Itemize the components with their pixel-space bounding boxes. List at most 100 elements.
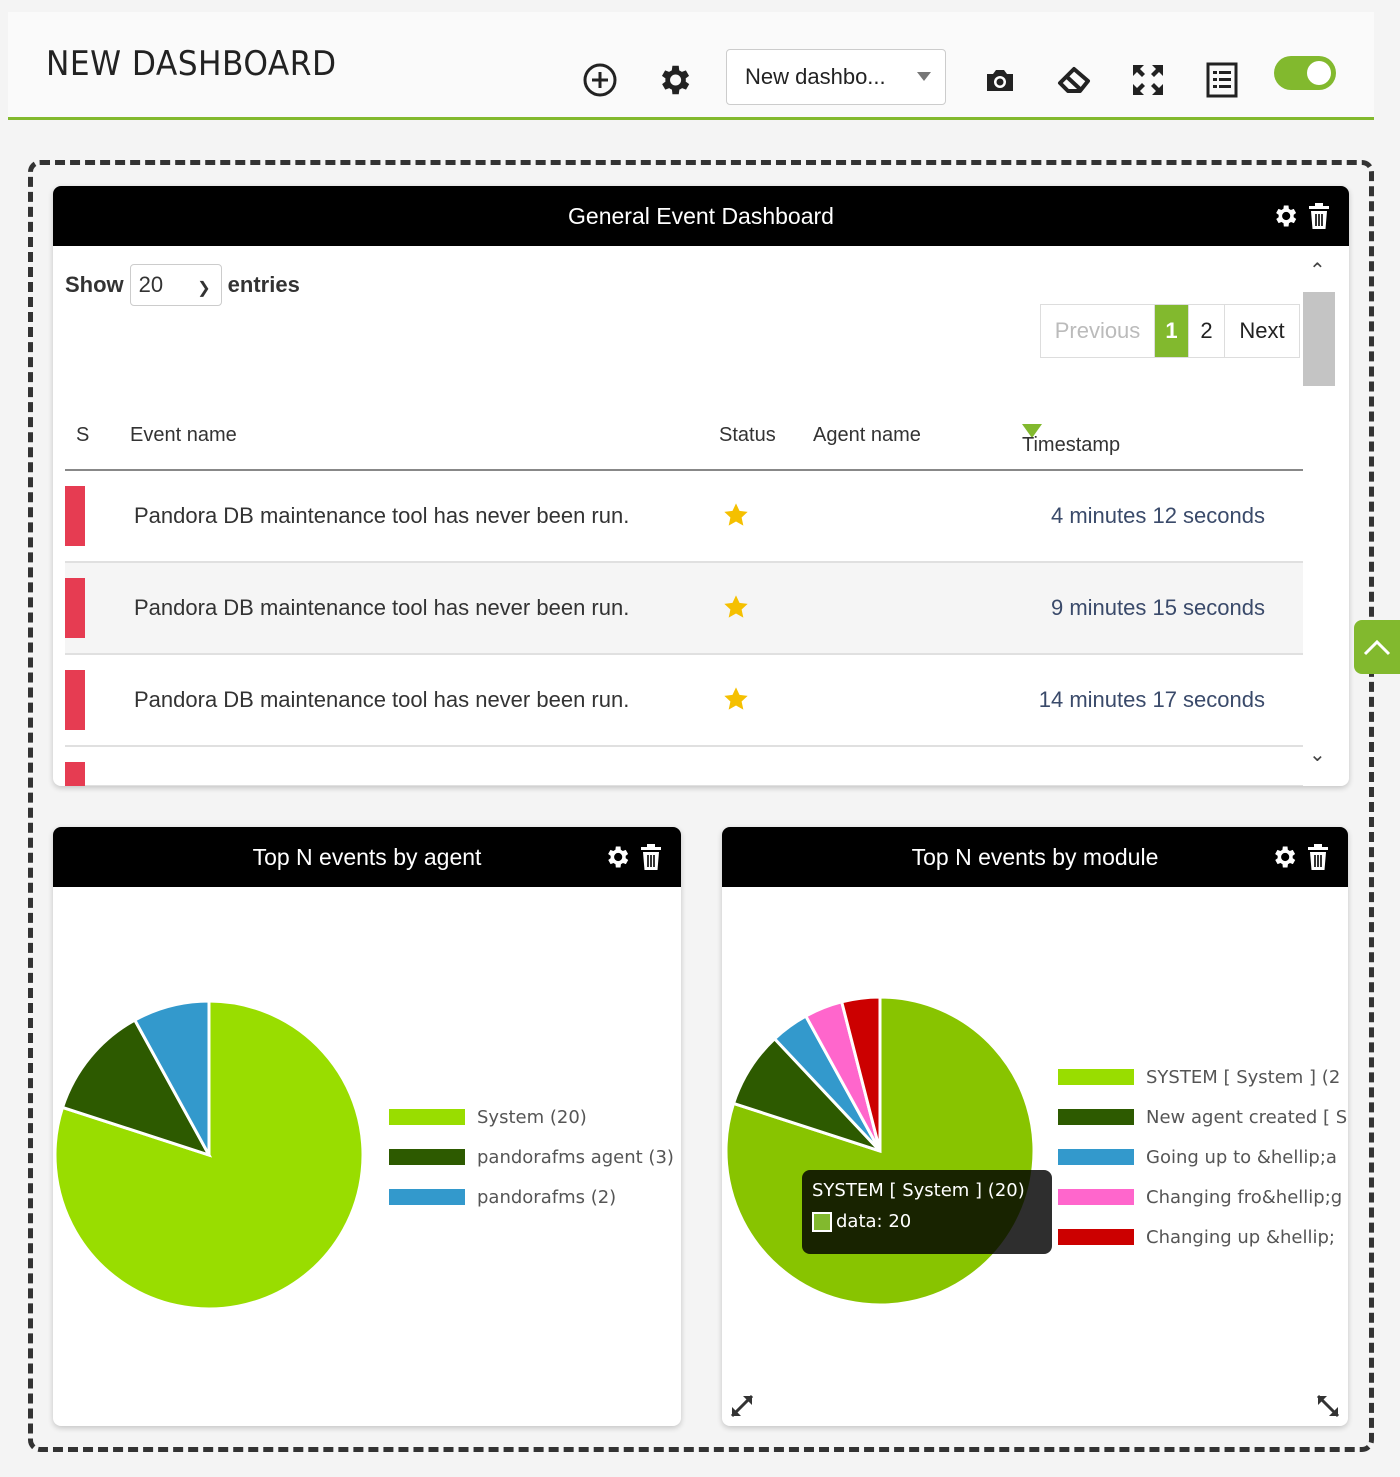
widget-header: General Event Dashboard	[53, 186, 1349, 246]
chevron-down-icon: ❯	[197, 280, 211, 297]
legend-item[interactable]: Going up to &hellip;a	[1058, 1137, 1348, 1177]
event-name: Pandora DB maintenance tool has never be…	[134, 595, 630, 620]
page-2-button[interactable]: 2	[1189, 305, 1225, 357]
widget-delete-button[interactable]	[1306, 843, 1330, 871]
trash-icon	[1308, 844, 1328, 870]
widget-title: Top N events by agent	[252, 843, 482, 870]
legend-label: Changing fro&hellip;g	[1146, 1186, 1343, 1208]
col-agent-name[interactable]: Agent name	[813, 424, 921, 447]
resize-handle-icon[interactable]	[1314, 1392, 1342, 1420]
col-event-name[interactable]: Event name	[130, 424, 237, 447]
table-row[interactable]: Pandora DB maintenance tool has never be…	[65, 471, 1303, 563]
fullscreen-icon	[1133, 65, 1163, 95]
severity-indicator	[65, 762, 85, 786]
scroll-up-icon[interactable]: ⌃	[1309, 258, 1326, 283]
widget-settings-button[interactable]	[1270, 843, 1298, 871]
tooltip-swatch	[812, 1212, 832, 1232]
widget-settings-button[interactable]	[603, 843, 631, 871]
table-header: S Event name Status Agent name Timestamp	[65, 414, 1303, 471]
legend-item[interactable]: pandorafms agent (3)	[389, 1137, 674, 1177]
legend-label: SYSTEM [ System ] (2	[1146, 1066, 1341, 1088]
scrollbar-thumb[interactable]	[1303, 292, 1335, 386]
settings-button[interactable]	[654, 60, 694, 100]
legend-swatch	[1058, 1069, 1134, 1085]
module-legend: SYSTEM [ System ] (2 New agent created […	[1058, 1057, 1348, 1257]
tooltip-title: SYSTEM [ System ] (20)	[812, 1180, 1025, 1201]
scroll-down-icon[interactable]: ⌄	[1309, 742, 1326, 767]
widget-delete-button[interactable]	[639, 843, 663, 871]
fullscreen-button[interactable]	[1128, 60, 1168, 100]
edit-mode-toggle[interactable]	[1274, 56, 1336, 90]
table-row[interactable]: Pandora DB maintenance tool has never be…	[65, 563, 1303, 655]
tooltip-value: data: 20	[836, 1211, 912, 1232]
legend-label: Going up to &hellip;a	[1146, 1146, 1337, 1168]
previous-page-button[interactable]: Previous	[1041, 305, 1155, 357]
entries-length-control: Show 20 ❯ entries	[65, 264, 300, 306]
scroll-to-top-button[interactable]	[1354, 620, 1400, 674]
legend-swatch	[1058, 1189, 1134, 1205]
table-row[interactable]	[65, 747, 1303, 786]
add-circle-icon	[583, 63, 617, 97]
module-pie-chart	[724, 995, 1036, 1307]
pagination: Previous 1 2 Next	[1040, 304, 1300, 358]
page-1-button[interactable]: 1	[1155, 305, 1189, 357]
entries-select[interactable]: 20 ❯	[129, 264, 222, 306]
col-severity[interactable]: S	[76, 424, 89, 447]
dashboard-select-value: New dashbo...	[745, 64, 886, 89]
severity-indicator	[65, 670, 85, 730]
legend-item[interactable]: SYSTEM [ System ] (2	[1058, 1057, 1348, 1097]
event-timestamp: 14 minutes 17 seconds	[1038, 687, 1265, 712]
star-icon	[724, 687, 748, 710]
legend-swatch	[1058, 1229, 1134, 1245]
severity-indicator	[65, 486, 85, 546]
col-timestamp-label: Timestamp	[1022, 434, 1121, 456]
event-timestamp: 4 minutes 12 seconds	[1050, 503, 1265, 528]
col-status[interactable]: Status	[719, 424, 776, 447]
legend-item[interactable]: Changing up &hellip;	[1058, 1217, 1348, 1257]
clear-button[interactable]	[1054, 60, 1094, 100]
dashboard-select[interactable]: New dashbo...	[726, 49, 946, 105]
severity-indicator	[65, 578, 85, 638]
slides-list-button[interactable]	[1202, 60, 1242, 100]
event-name: Pandora DB maintenance tool has never be…	[134, 503, 630, 528]
star-icon	[724, 503, 748, 526]
widget-header: Top N events by agent	[53, 827, 681, 887]
agent-legend: System (20) pandorafms agent (3) pandora…	[389, 1097, 674, 1217]
legend-label: Changing up &hellip;	[1146, 1226, 1335, 1248]
legend-swatch	[389, 1109, 465, 1125]
legend-swatch	[1058, 1109, 1134, 1125]
show-label: Show	[65, 272, 124, 297]
gear-icon	[608, 846, 629, 868]
widget-title: General Event Dashboard	[568, 202, 834, 229]
entries-select-value: 20	[138, 272, 164, 297]
col-timestamp[interactable]: Timestamp	[1022, 424, 1120, 456]
agent-pie-chart	[53, 999, 365, 1311]
resize-handle-icon[interactable]	[728, 1392, 756, 1420]
legend-swatch	[389, 1189, 465, 1205]
legend-label: New agent created [ S	[1146, 1106, 1348, 1128]
widget-delete-button[interactable]	[1307, 202, 1331, 230]
gear-icon	[1275, 846, 1296, 868]
next-page-button[interactable]: Next	[1225, 305, 1299, 357]
legend-item[interactable]: System (20)	[389, 1097, 674, 1137]
widget-settings-button[interactable]	[1271, 202, 1299, 230]
entries-label: entries	[227, 272, 300, 297]
chevron-down-icon	[917, 72, 931, 81]
table-row[interactable]: Pandora DB maintenance tool has never be…	[65, 655, 1303, 747]
legend-swatch	[389, 1149, 465, 1165]
events-table: S Event name Status Agent name Timestamp…	[65, 414, 1303, 786]
add-widget-button[interactable]	[580, 60, 620, 100]
list-icon	[1206, 62, 1238, 98]
table-scrollbar[interactable]: ⌃ ⌄	[1303, 254, 1337, 786]
chevron-up-icon	[1363, 639, 1391, 656]
chart-tooltip: SYSTEM [ System ] (20) data: 20	[802, 1170, 1052, 1254]
legend-item[interactable]: Changing fro&hellip;g	[1058, 1177, 1348, 1217]
widget-header: Top N events by module	[722, 827, 1348, 887]
gear-icon	[1276, 205, 1297, 227]
snapshot-button[interactable]	[980, 60, 1020, 100]
camera-icon	[987, 70, 1013, 91]
legend-item[interactable]: New agent created [ S	[1058, 1097, 1348, 1137]
legend-item[interactable]: pandorafms (2)	[389, 1177, 674, 1217]
top-events-by-agent-widget: Top N events by agent System (20) pandor…	[53, 827, 681, 1426]
gear-icon	[661, 65, 690, 95]
